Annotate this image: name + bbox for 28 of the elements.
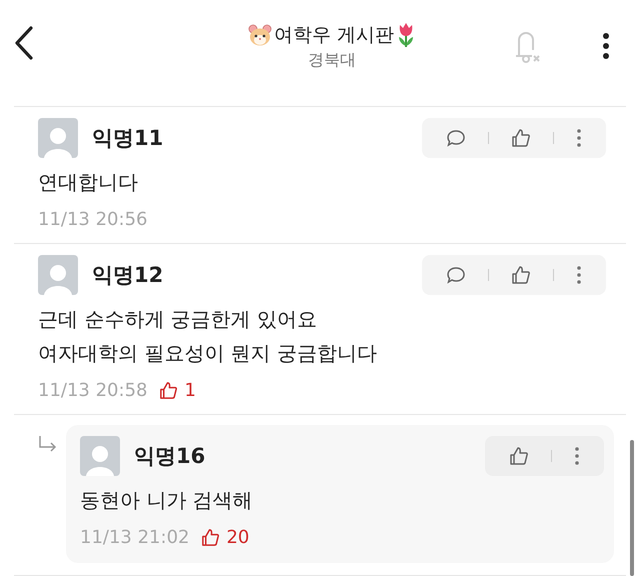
thumbs-up-icon[interactable] <box>511 128 531 148</box>
author-name: 익명11 <box>92 125 164 152</box>
more-icon[interactable] <box>602 32 610 60</box>
like-count: 1 <box>184 380 196 400</box>
like-count: 20 <box>226 526 250 548</box>
comment-icon[interactable] <box>446 266 466 284</box>
comment-icon[interactable] <box>446 129 466 147</box>
timestamp: 11/13 20:58 <box>38 380 148 400</box>
timestamp: 11/13 21:02 <box>80 526 190 548</box>
thumbs-up-icon[interactable] <box>511 265 531 285</box>
reply-arrow-icon <box>38 435 58 453</box>
comment-text: 근데 순수하게 궁금한게 있어요 여자대학의 필요성이 뭔지 궁금합니다 <box>38 306 378 367</box>
author-name: 익명16 <box>134 443 206 470</box>
avatar-icon <box>38 255 78 295</box>
timestamp: 11/13 20:56 <box>38 208 148 230</box>
back-icon[interactable] <box>14 26 34 60</box>
scrollbar[interactable] <box>630 440 634 576</box>
thumbs-up-icon <box>201 528 220 546</box>
hamster-icon <box>248 24 272 46</box>
comment-text: 동현아 니가 검색해 <box>80 487 254 514</box>
school-name: 경북대 <box>308 50 356 70</box>
author-name: 익명12 <box>92 262 164 289</box>
comment-text: 연대합니다 <box>38 169 139 196</box>
avatar-icon <box>38 118 78 158</box>
avatar-icon <box>80 436 120 476</box>
thumbs-up-icon <box>159 380 178 400</box>
thumbs-up-icon[interactable] <box>509 446 529 466</box>
board-title: 여학우 게시판 <box>274 22 394 48</box>
